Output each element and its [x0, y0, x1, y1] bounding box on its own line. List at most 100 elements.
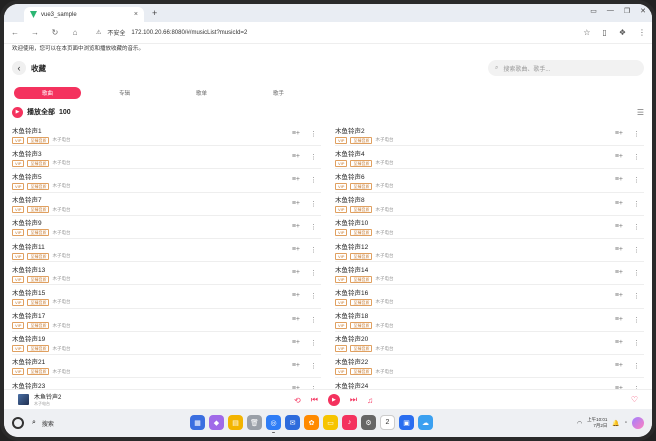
add-to-playlist-icon[interactable]: ≡+	[292, 176, 300, 184]
list-item[interactable]: 木鱼铃声6 VIP 至臻音质 木子电台 ≡+ ⋮	[335, 169, 644, 193]
album-cover[interactable]	[18, 394, 29, 405]
tablet-mode-icon[interactable]: ▭	[590, 7, 597, 15]
app-calendar-icon[interactable]: 2	[380, 415, 395, 430]
app-files-icon[interactable]: ▭	[323, 415, 338, 430]
add-to-playlist-icon[interactable]: ≡+	[292, 200, 300, 208]
more-options-icon[interactable]: ⋮	[310, 269, 317, 277]
more-options-icon[interactable]: ⋮	[310, 223, 317, 231]
list-item[interactable]: 木鱼铃声14 VIP 至臻音质 木子电台 ≡+ ⋮	[335, 262, 644, 286]
tab-artists[interactable]: 歌手	[245, 87, 312, 99]
list-item[interactable]: 木鱼铃声13 VIP 至臻音质 木子电台 ≡+ ⋮	[12, 262, 321, 286]
browser-tab[interactable]: vue3_sample ×	[24, 7, 144, 22]
add-to-playlist-icon[interactable]: ≡+	[615, 200, 623, 208]
start-button[interactable]	[12, 417, 24, 429]
minimize-icon[interactable]: —	[607, 7, 614, 15]
add-to-playlist-icon[interactable]: ≡+	[292, 292, 300, 300]
app-gallery-icon[interactable]: ✿	[304, 415, 319, 430]
add-to-playlist-icon[interactable]: ≡+	[615, 223, 623, 231]
list-item[interactable]: 木鱼铃声23VIP至臻音质木子电台≡+⋮	[12, 378, 321, 389]
more-options-icon[interactable]: ⋮	[310, 130, 317, 138]
more-options-icon[interactable]: ⋮	[310, 153, 317, 161]
notification-bell-icon[interactable]: 🔔	[612, 420, 619, 427]
app-store-icon[interactable]: ▣	[399, 415, 414, 430]
list-item[interactable]: 木鱼铃声20 VIP 至臻音质 木子电台 ≡+ ⋮	[335, 332, 644, 355]
taskbar-search-label[interactable]: 搜索	[42, 419, 54, 428]
tab-close-icon[interactable]: ×	[134, 11, 138, 18]
list-item[interactable]: 木鱼铃声11 VIP 至臻音质 木子电台 ≡+ ⋮	[12, 239, 321, 263]
play-all-label[interactable]: 播放全部	[27, 107, 55, 117]
add-to-playlist-icon[interactable]: ≡+	[615, 339, 623, 347]
more-options-icon[interactable]: ⋮	[310, 362, 317, 370]
more-options-icon[interactable]: ⋮	[633, 316, 640, 324]
star-icon[interactable]: ☆	[583, 28, 590, 37]
more-options-icon[interactable]: ⋮	[310, 200, 317, 208]
list-item[interactable]: 木鱼铃声5 VIP 至臻音质 木子电台 ≡+ ⋮	[12, 169, 321, 193]
more-options-icon[interactable]: ⋮	[633, 130, 640, 138]
list-item[interactable]: 木鱼铃声1 VIP 至臻音质 木子电台 ≡+ ⋮	[12, 123, 321, 147]
add-to-playlist-icon[interactable]: ≡+	[292, 130, 300, 138]
list-item[interactable]: 木鱼铃声19 VIP 至臻音质 木子电台 ≡+ ⋮	[12, 332, 321, 355]
previous-icon[interactable]: ⏮	[311, 395, 318, 405]
playlist-icon[interactable]: ♫	[367, 396, 373, 405]
app-mail-icon[interactable]: ✉	[285, 415, 300, 430]
add-to-playlist-icon[interactable]: ≡+	[615, 130, 623, 138]
favorites-icon[interactable]: ❖	[619, 28, 626, 37]
search-input[interactable]: ⌕ 搜索歌曲、歌手...	[488, 60, 644, 76]
back-nav-icon[interactable]: ←	[10, 28, 20, 37]
add-to-playlist-icon[interactable]: ≡+	[615, 269, 623, 277]
maximize-icon[interactable]: ❐	[624, 7, 630, 15]
add-to-playlist-icon[interactable]: ≡+	[292, 223, 300, 231]
add-to-playlist-icon[interactable]: ≡+	[615, 153, 623, 161]
more-options-icon[interactable]: ⋮	[633, 223, 640, 231]
add-to-playlist-icon[interactable]: ≡+	[615, 246, 623, 254]
list-item[interactable]: 木鱼铃声3 VIP 至臻音质 木子电台 ≡+ ⋮	[12, 146, 321, 170]
close-window-icon[interactable]: ✕	[640, 7, 646, 15]
list-item[interactable]: 木鱼铃声8 VIP 至臻音质 木子电台 ≡+ ⋮	[335, 193, 644, 216]
list-item[interactable]: 木鱼铃声9 VIP 至臻音质 木子电台 ≡+ ⋮	[12, 216, 321, 239]
more-options-icon[interactable]: ⋮	[633, 339, 640, 347]
add-to-playlist-icon[interactable]: ≡+	[615, 362, 623, 370]
list-view-icon[interactable]: ☰	[637, 108, 644, 117]
tab-playlists[interactable]: 歌单	[168, 87, 235, 99]
split-view-icon[interactable]: ▯	[602, 28, 606, 37]
more-options-icon[interactable]: ⋮	[310, 339, 317, 347]
app-notes-icon[interactable]: ▤	[228, 415, 243, 430]
more-options-icon[interactable]: ⋮	[310, 316, 317, 324]
list-item[interactable]: 木鱼铃声18 VIP 至臻音质 木子电台 ≡+ ⋮	[335, 309, 644, 332]
list-item[interactable]: 木鱼铃声16 VIP 至臻音质 木子电台 ≡+ ⋮	[335, 285, 644, 309]
app-tasks-icon[interactable]: ◆	[209, 415, 224, 430]
list-item[interactable]: 木鱼铃声12 VIP 至臻音质 木子电台 ≡+ ⋮	[335, 239, 644, 263]
more-options-icon[interactable]: ⋮	[633, 200, 640, 208]
list-item[interactable]: 木鱼铃声22 VIP 至臻音质 木子电台 ≡+ ⋮	[335, 355, 644, 379]
more-options-icon[interactable]: ⋮	[633, 362, 640, 370]
play-all-button[interactable]: ▶	[12, 106, 23, 118]
favorite-heart-icon[interactable]: ♡	[631, 395, 638, 404]
app-grid-icon[interactable]: ▦	[190, 415, 205, 430]
url-field[interactable]: ⚠ 不安全 172.100.20.66:8080/#/musicList?mus…	[96, 28, 247, 38]
more-options-icon[interactable]: ⋮	[633, 176, 640, 184]
more-options-icon[interactable]: ⋮	[633, 269, 640, 277]
next-icon[interactable]: ⏭	[350, 395, 357, 405]
more-options-icon[interactable]: ⋮	[633, 246, 640, 254]
forward-nav-icon[interactable]: →	[30, 28, 40, 37]
add-to-playlist-icon[interactable]: ≡+	[292, 339, 300, 347]
play-pause-button[interactable]: ▶	[327, 394, 340, 406]
add-to-playlist-icon[interactable]: ≡+	[292, 153, 300, 161]
avatar[interactable]	[632, 417, 644, 429]
clock[interactable]: 上午10:01 7月2日	[587, 417, 607, 429]
app-settings-icon[interactable]: ⚙	[361, 415, 376, 430]
repeat-icon[interactable]: ⟲	[294, 396, 301, 405]
list-item[interactable]: 木鱼铃声10 VIP 至臻音质 木子电台 ≡+ ⋮	[335, 216, 644, 239]
control-center-icon[interactable]: ▫	[625, 420, 627, 426]
app-cloud-icon[interactable]: ☁	[418, 415, 433, 430]
more-options-icon[interactable]: ⋮	[310, 292, 317, 300]
add-to-playlist-icon[interactable]: ≡+	[615, 292, 623, 300]
add-to-playlist-icon[interactable]: ≡+	[292, 246, 300, 254]
home-icon[interactable]: ⌂	[70, 28, 80, 37]
tab-albums[interactable]: 专辑	[91, 87, 158, 99]
more-options-icon[interactable]: ⋮	[633, 292, 640, 300]
list-item[interactable]: 木鱼铃声4 VIP 至臻音质 木子电台 ≡+ ⋮	[335, 146, 644, 170]
new-tab-icon[interactable]: +	[152, 8, 157, 18]
add-to-playlist-icon[interactable]: ≡+	[292, 362, 300, 370]
taskbar-search-icon[interactable]: ⌕	[32, 419, 36, 427]
